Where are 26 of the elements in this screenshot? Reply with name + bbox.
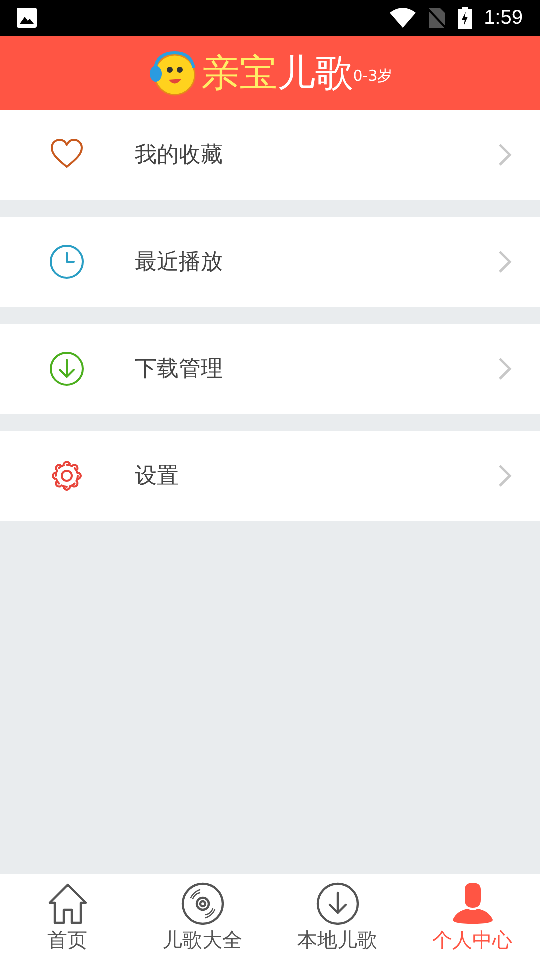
menu-item[interactable]: 下载管理 [0, 324, 540, 414]
menu-label: 设置 [135, 462, 180, 490]
nav-tab[interactable]: 儿歌大全 [135, 874, 270, 960]
nav-tab[interactable]: 本地儿歌 [270, 874, 405, 960]
menu-label: 下载管理 [135, 356, 224, 384]
chevron-right-icon [498, 464, 512, 488]
app-title-text: 儿歌 [277, 51, 354, 95]
app-title-text: 亲宝 [201, 51, 278, 95]
menu-item[interactable]: 我的收藏 [0, 110, 540, 200]
menu-item[interactable]: 设置 [0, 431, 540, 521]
download-icon [316, 882, 360, 926]
menu-label: 我的收藏 [135, 142, 224, 170]
wifi-icon [390, 8, 416, 28]
clock-time: 1:59 [484, 6, 523, 31]
battery-charging-icon [458, 7, 472, 29]
menu-label: 最近播放 [135, 248, 224, 276]
chevron-right-icon [498, 143, 512, 167]
chevron-right-icon [498, 357, 512, 381]
disc-icon [180, 882, 224, 926]
image-icon [17, 8, 37, 28]
no-sim-icon [428, 7, 446, 29]
person-icon [450, 882, 494, 926]
menu-item[interactable]: 最近播放 [0, 217, 540, 307]
nav-tab[interactable]: 首页 [0, 874, 135, 960]
chevron-right-icon [498, 250, 512, 274]
age-range-label: 0-3岁 [353, 66, 393, 86]
